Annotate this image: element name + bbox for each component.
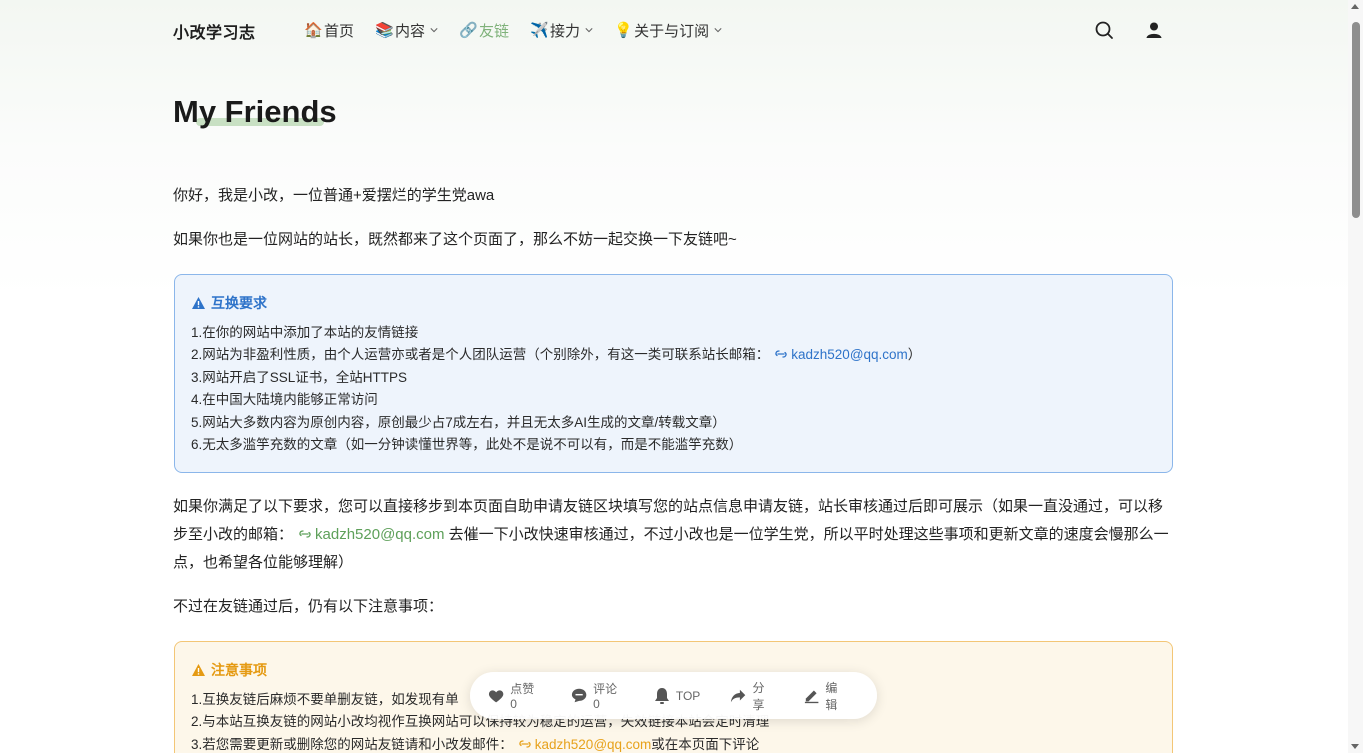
warning-triangle-icon (192, 664, 205, 676)
top-button[interactable]: TOP (654, 687, 700, 705)
nav-about-label: 关于与订阅 (634, 22, 710, 40)
floating-action-bar: 点赞 0 评论 0 TOP 分享 编辑 (470, 672, 877, 719)
apply-paragraph: 如果你满足了以下要求，您可以直接移步到本页面自助申请友链区块填写您的站点信息申请… (173, 493, 1173, 577)
top-label: TOP (675, 688, 701, 703)
heart-icon (488, 689, 504, 702)
intro-paragraph-1: 你好，我是小改，一位普通+爱摆烂的学生党awa (173, 187, 495, 204)
airplane-icon: ✈️ (530, 22, 549, 39)
search-icon[interactable] (1093, 19, 1115, 41)
contact-email-link[interactable]: kadzh520@qq.com (791, 347, 908, 362)
edit-button[interactable]: 编辑 (804, 679, 847, 713)
warning-triangle-icon (192, 297, 205, 309)
site-header: 小改学习志 🏠 首页 📚 内容 🔗 友链 ✈️ 接力 💡 关于与订阅 (0, 0, 1348, 60)
notes-title: 注意事项 (211, 662, 267, 678)
scroll-down-arrow-icon[interactable] (1351, 744, 1359, 749)
list-item: 6.无太多滥竽充数的文章（如一分钟读懂世界等，此处不是说不可以有，而是不能滥竽充… (191, 437, 743, 453)
link-icon (775, 350, 787, 359)
apply-email-link[interactable]: kadzh520@qq.com (315, 526, 444, 543)
like-button[interactable]: 点赞 0 (488, 680, 541, 711)
comment-icon (571, 688, 587, 703)
books-icon: 📚 (375, 22, 394, 39)
nav-content[interactable]: 📚 内容 (375, 19, 438, 41)
lightbulb-icon: 💡 (614, 22, 633, 39)
nav-about[interactable]: 💡 关于与订阅 (614, 19, 722, 41)
house-icon: 🏠 (304, 22, 323, 39)
nav-content-label: 内容 (395, 22, 426, 40)
edit-label: 编辑 (825, 680, 838, 712)
nav-relay-label: 接力 (550, 22, 581, 40)
scroll-up-arrow-icon[interactable] (1351, 4, 1359, 9)
chevron-down-icon (585, 28, 593, 33)
list-item: 1.在你的网站中添加了本站的友情链接 (191, 325, 419, 340)
share-icon (731, 689, 746, 702)
list-item: 3.若您需要更新或删除您的网站友链请和小改发邮件： kadzh520@qq.com… (191, 734, 1156, 753)
nav-friends[interactable]: 🔗 友链 (459, 19, 510, 41)
pencil-icon (804, 690, 819, 704)
notes-email-link[interactable]: kadzh520@qq.com (535, 737, 652, 752)
share-button[interactable]: 分享 (730, 679, 774, 713)
requirements-list: 1.在你的网站中添加了本站的友情链接 2.网站为非盈利性质，由个人运营亦或者是个… (191, 322, 1156, 456)
link-icon (519, 740, 531, 748)
comment-button[interactable]: 评论 0 (571, 680, 624, 711)
page-scrollbar[interactable] (1348, 0, 1363, 753)
comment-count: 评论 0 (593, 682, 618, 711)
list-item-tail: ） (907, 347, 922, 363)
main-nav: 🏠 首页 📚 内容 🔗 友链 ✈️ 接力 💡 关于与订阅 (304, 19, 744, 41)
share-label: 分享 (752, 680, 765, 712)
list-item-tail: 或在本页面下评论 (651, 736, 760, 752)
nav-home[interactable]: 🏠 首页 (304, 19, 355, 41)
like-count: 点赞 0 (510, 682, 535, 711)
requirements-heading: 互换要求 (191, 293, 1156, 313)
list-item: 2.网站为非盈利性质，由个人运营亦或者是个人团队运营（个别除外，有这一类可联系站… (191, 344, 1156, 366)
list-item: 5.网站大多数内容为原创内容，原创最少占7成左右，并且无太多AI生成的文章/转载… (191, 414, 726, 430)
list-item-text: 2.网站为非盈利性质，由个人运营亦或者是个人团队运营（个别除外，有这一类可联系站… (191, 347, 770, 363)
list-item: 4.在中国大陆境内能够正常访问 (191, 392, 378, 408)
link-icon: 🔗 (459, 22, 478, 39)
scroll-thumb[interactable] (1352, 22, 1360, 218)
site-brand[interactable]: 小改学习志 (173, 19, 256, 43)
list-item: 3.网站开启了SSL证书，全站HTTPS (191, 369, 408, 385)
bell-icon (654, 687, 669, 704)
link-icon (299, 530, 311, 538)
chevron-down-icon (714, 28, 722, 33)
nav-relay[interactable]: ✈️ 接力 (530, 19, 593, 41)
notice-intro: 不过在友链通过后，仍有以下注意事项： (173, 598, 444, 615)
list-item-text: 3.若您需要更新或删除您的网站友链请和小改发邮件： (191, 736, 513, 752)
nav-friends-label: 友链 (479, 22, 510, 40)
user-icon[interactable] (1143, 19, 1165, 41)
requirements-title: 互换要求 (211, 295, 267, 311)
chevron-down-icon (430, 28, 438, 33)
intro-paragraph-2: 如果你也是一位网站的站长，既然都来了这个页面了，那么不妨一起交换一下友链吧~ (173, 231, 737, 248)
page-title: My Friends (173, 94, 337, 129)
nav-home-label: 首页 (324, 22, 355, 40)
requirements-callout: 互换要求 1.在你的网站中添加了本站的友情链接 2.网站为非盈利性质，由个人运营… (174, 274, 1173, 473)
